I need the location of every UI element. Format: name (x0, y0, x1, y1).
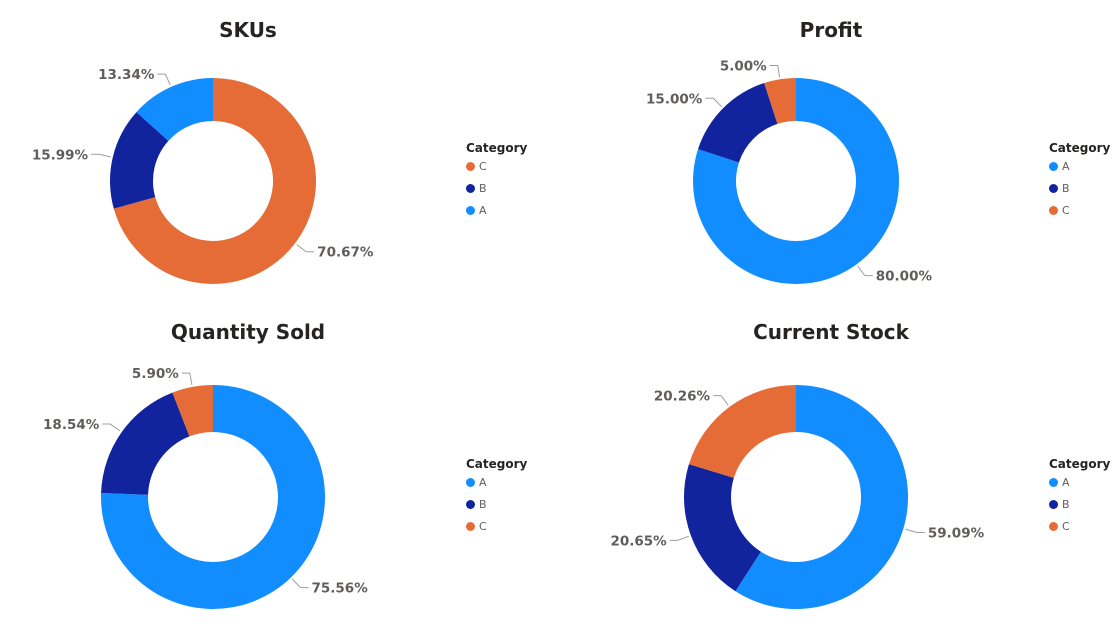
legend-item-a[interactable]: A (1049, 471, 1110, 493)
legend-item-c[interactable]: C (1049, 515, 1110, 537)
legend-label: A (1062, 475, 1070, 489)
legend-marker (1049, 477, 1058, 487)
leader-line (713, 395, 729, 406)
dashboard: SKUs 70.67% 15.99% 13.34% Category CBA Pro… (0, 0, 1119, 640)
legend-title: Category (1049, 457, 1111, 471)
data-label: 20.26% (654, 389, 711, 405)
data-label: 20.65% (610, 533, 667, 549)
legend-marker (1049, 521, 1058, 531)
legend-marker (1049, 499, 1058, 509)
legend-item-b[interactable]: B (1049, 493, 1110, 515)
legend-label: C (1062, 519, 1070, 533)
leader-line (669, 535, 690, 541)
data-label: 59.09% (928, 525, 985, 541)
current-stock-donut-chart: 59.09% 20.65% 20.26% (610, 385, 985, 610)
legend: Category ABC (1049, 457, 1110, 537)
leader-line (905, 528, 925, 533)
legend-label: B (1062, 497, 1070, 511)
